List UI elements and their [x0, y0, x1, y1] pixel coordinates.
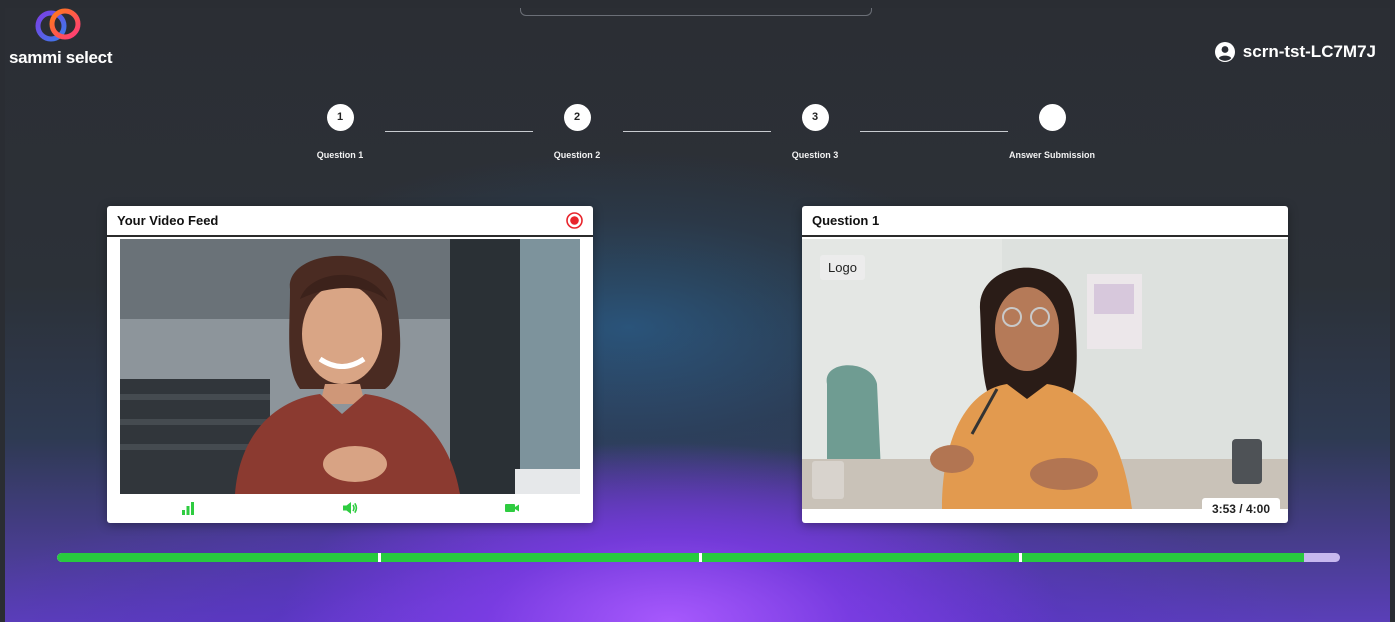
- step-label: Question 2: [553, 150, 601, 160]
- camera-icon[interactable]: [504, 500, 520, 516]
- video-feed-title: Your Video Feed: [117, 213, 219, 228]
- top-tab-handle[interactable]: [520, 8, 872, 16]
- question-card: Question 1 Logo 3:53 / 4:00: [802, 206, 1288, 523]
- record-icon[interactable]: [566, 212, 583, 229]
- step-question-2[interactable]: 2 Question 2: [517, 104, 637, 160]
- question-header: Question 1: [802, 206, 1288, 237]
- interview-app: sammi select scrn-tst-LC7M7J 1 Question …: [5, 8, 1390, 622]
- media-status-bar: [107, 493, 593, 523]
- step-question-1[interactable]: 1 Question 1: [280, 104, 400, 160]
- step-connector: [385, 131, 533, 132]
- brand-name: sammi select: [9, 48, 113, 67]
- speaker-icon[interactable]: [342, 500, 358, 516]
- step-label: Question 3: [791, 150, 839, 160]
- logo-placeholder: Logo: [820, 255, 865, 280]
- step-label: Question 1: [316, 150, 364, 160]
- question-title: Question 1: [812, 213, 880, 228]
- video-feed-header: Your Video Feed: [107, 206, 593, 237]
- step-question-3[interactable]: 3 Question 3: [755, 104, 875, 160]
- user-id: scrn-tst-LC7M7J: [1242, 42, 1376, 61]
- step-number: 2: [563, 104, 591, 131]
- step-connector: [623, 131, 771, 132]
- progress-segment-divider: [698, 553, 702, 562]
- question-stepper: 1 Question 1 2 Question 2 3 Question 3 A…: [5, 104, 1390, 174]
- video-timer: 3:53 / 4:00: [1201, 498, 1280, 520]
- step-number: [1038, 104, 1066, 131]
- question-video[interactable]: Logo: [802, 239, 1288, 509]
- step-number: 3: [801, 104, 829, 131]
- logo-rings-icon: [35, 8, 81, 42]
- signal-icon[interactable]: [180, 500, 196, 516]
- step-label: Answer Submission: [1008, 150, 1096, 160]
- brand-logo: sammi select: [7, 8, 137, 68]
- video-feed-card: Your Video Feed: [107, 206, 593, 523]
- progress-fill: [57, 553, 1305, 562]
- progress-segment-divider: [1019, 553, 1023, 562]
- question-video-image: [802, 239, 1288, 509]
- user-video-image: [120, 239, 580, 494]
- user-video-feed: [120, 239, 580, 494]
- step-connector: [860, 131, 1008, 132]
- user-badge[interactable]: scrn-tst-LC7M7J: [1214, 42, 1376, 62]
- step-answer-submission[interactable]: Answer Submission: [992, 104, 1112, 160]
- interview-progress-bar: [57, 553, 1340, 562]
- step-number: 1: [326, 104, 354, 131]
- progress-segment-divider: [377, 553, 381, 562]
- user-avatar-icon: [1214, 42, 1235, 62]
